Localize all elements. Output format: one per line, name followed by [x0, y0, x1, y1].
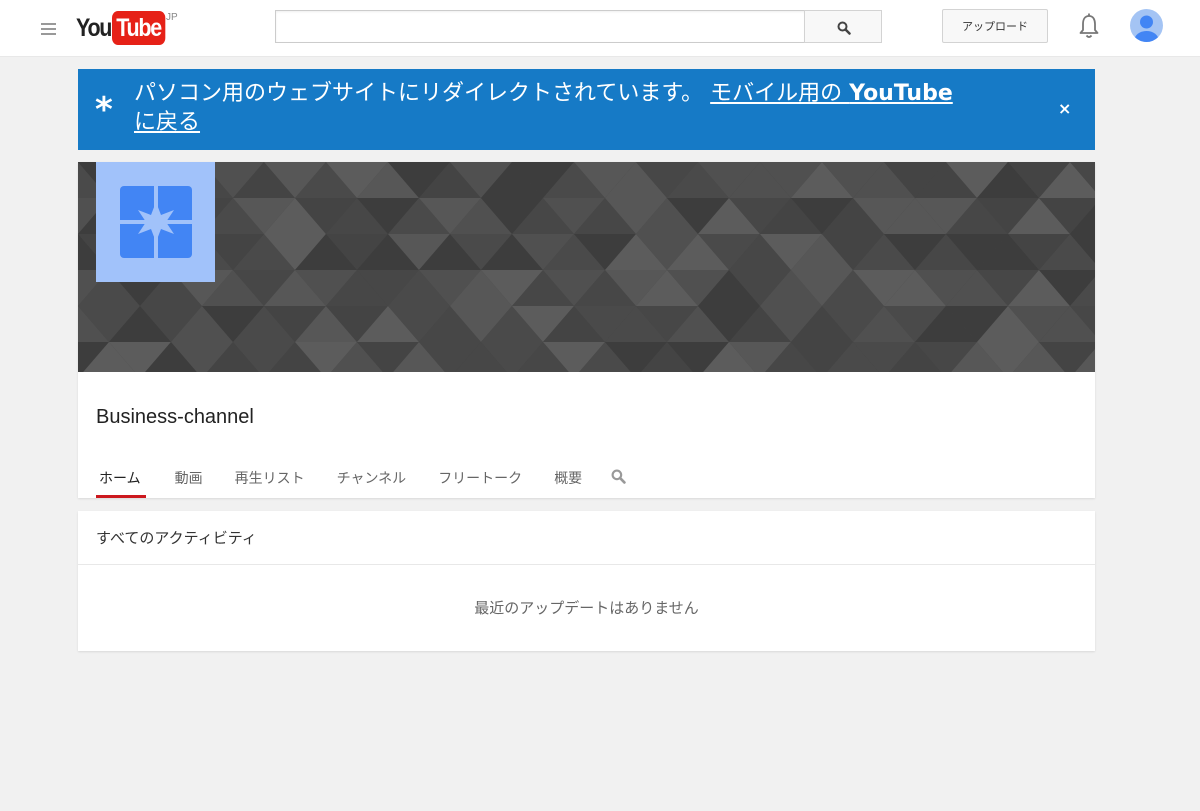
logo-you-text: You — [76, 13, 112, 42]
bell-icon[interactable] — [1078, 12, 1100, 40]
hamburger-menu-icon[interactable] — [38, 20, 60, 38]
search-button[interactable] — [804, 10, 882, 43]
activity-empty-message: 最近のアップデートはありません — [474, 599, 699, 617]
user-avatar-icon[interactable] — [1130, 9, 1163, 42]
link-brand: YouTube — [849, 81, 953, 106]
channel-search-icon[interactable] — [611, 460, 626, 498]
activity-section: すべてのアクティビティ 最近のアップデートはありません — [78, 511, 1095, 651]
tab-channels[interactable]: チャンネル — [334, 460, 410, 498]
tab-videos[interactable]: 動画 — [172, 460, 206, 498]
search-icon — [837, 21, 851, 35]
tab-playlists[interactable]: 再生リスト — [232, 460, 308, 498]
tab-discussion[interactable]: フリートーク — [435, 460, 525, 498]
redirect-notice: * パソコン用のウェブサイトにリダイレクトされています。 モバイル用の YouT… — [78, 69, 1095, 150]
asterisk-icon: * — [95, 90, 113, 130]
link-suffix: に戻る — [134, 110, 201, 135]
channel-banner — [78, 162, 1095, 372]
channel-title: Business-channel — [96, 406, 254, 428]
channel-tabs: ホーム 動画 再生リスト チャンネル フリートーク 概要 — [96, 460, 626, 498]
upload-button[interactable]: アップロード — [942, 9, 1048, 43]
activity-heading: すべてのアクティビティ — [78, 511, 1095, 565]
channel-default-icon — [120, 186, 192, 258]
redirect-notice-message: パソコン用のウェブサイトにリダイレクトされています。 — [134, 81, 704, 106]
logo-region-label: JP — [166, 12, 178, 23]
masthead: You Tube JP アップロード — [0, 0, 1200, 57]
search-input[interactable] — [275, 10, 805, 43]
youtube-logo[interactable]: You Tube — [76, 10, 174, 46]
close-icon[interactable]: × — [1058, 99, 1071, 119]
tab-about[interactable]: 概要 — [551, 460, 585, 498]
logo-tube-text: Tube — [111, 11, 166, 45]
channel-header: Business-channel ホーム 動画 再生リスト チャンネル フリート… — [78, 162, 1095, 498]
link-prefix: モバイル用の — [710, 81, 850, 106]
tab-home[interactable]: ホーム — [96, 460, 146, 498]
redirect-notice-text: パソコン用のウェブサイトにリダイレクトされています。 モバイル用の YouTub… — [134, 79, 1014, 137]
channel-avatar[interactable] — [96, 162, 215, 282]
